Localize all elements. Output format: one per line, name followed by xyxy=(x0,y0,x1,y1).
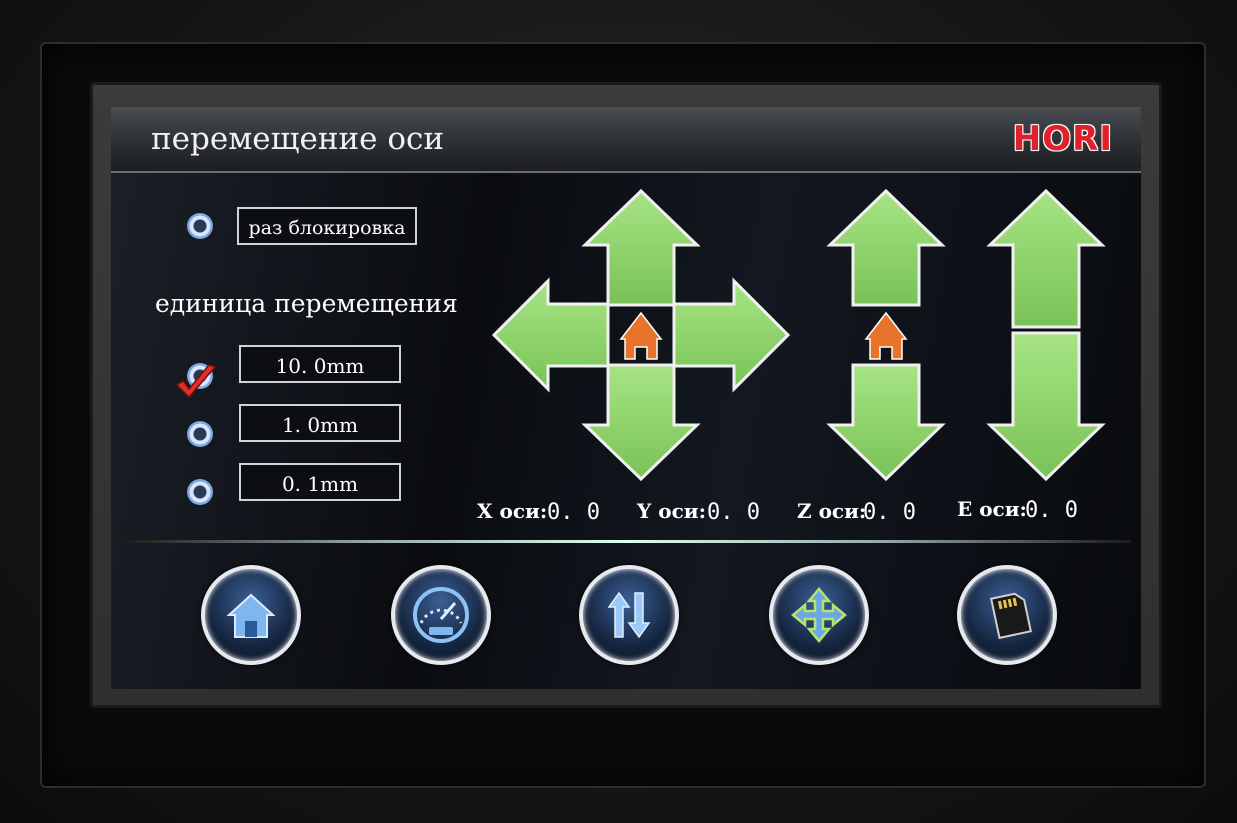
z-axis-label: Z оси: xyxy=(797,499,867,523)
x-axis-label: X оси: xyxy=(477,499,548,523)
z-home-icon[interactable] xyxy=(864,311,908,360)
move-axis-icon xyxy=(791,587,847,643)
y-axis-label: Y оси: xyxy=(637,499,706,523)
nav-extrude-button[interactable] xyxy=(579,565,679,665)
e-axis-value: 0. 0 xyxy=(1025,498,1078,523)
e-minus-arrow[interactable] xyxy=(986,331,1106,482)
speedometer-icon xyxy=(413,587,469,643)
z-axis-value: 0. 0 xyxy=(863,500,916,525)
axis-jog-pad xyxy=(491,188,1106,482)
extrude-arrows-icon xyxy=(607,591,651,639)
screen: перемещение оси HORI раз блокировка един… xyxy=(111,107,1141,689)
screen-frame: перемещение оси HORI раз блокировка един… xyxy=(90,82,1162,708)
x-plus-arrow[interactable] xyxy=(672,277,791,393)
nav-sdcard-button[interactable] xyxy=(957,565,1057,665)
y-axis-value: 0. 0 xyxy=(707,500,760,525)
z-plus-arrow[interactable] xyxy=(826,188,946,307)
y-plus-arrow[interactable] xyxy=(581,188,701,307)
home-icon xyxy=(226,593,276,638)
y-minus-arrow[interactable] xyxy=(581,363,701,482)
xy-home-icon[interactable] xyxy=(619,311,663,360)
z-minus-arrow[interactable] xyxy=(826,363,946,482)
e-axis-label: E оси: xyxy=(957,497,1027,521)
nav-home-button[interactable] xyxy=(201,565,301,665)
nav-move-button[interactable] xyxy=(769,565,869,665)
nav-speed-button[interactable] xyxy=(391,565,491,665)
x-minus-arrow[interactable] xyxy=(491,277,610,393)
x-axis-value: 0. 0 xyxy=(547,500,600,525)
e-plus-arrow[interactable] xyxy=(986,188,1106,329)
divider xyxy=(121,540,1131,543)
sd-card-icon xyxy=(990,592,1032,640)
